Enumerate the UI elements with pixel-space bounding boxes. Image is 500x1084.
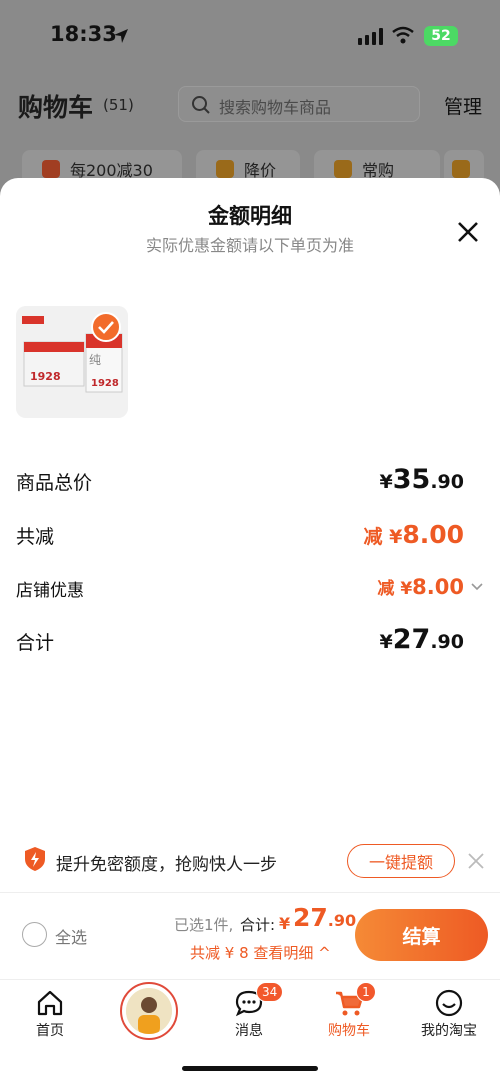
tab-cart[interactable]: 1 购物车 <box>299 980 399 1050</box>
avatar[interactable] <box>120 982 178 1040</box>
folder-icon <box>452 160 470 178</box>
goods-total-value: ¥35.90 <box>379 464 464 495</box>
shop-discount-value: 减 ¥8.00 <box>377 575 464 599</box>
svg-text:1928: 1928 <box>30 370 61 383</box>
tab-mine[interactable]: 我的淘宝 <box>399 980 499 1050</box>
shop-discount-row[interactable]: 店铺优惠 减 ¥8.00 <box>16 574 484 608</box>
goods-total-label: 商品总价 <box>16 472 93 494</box>
shop-icon <box>42 160 60 178</box>
shop-discount-label: 店铺优惠 <box>16 581 84 601</box>
total-label: 合计 <box>16 632 55 654</box>
reduction-value: 减 ¥8.00 <box>363 520 464 549</box>
shield-lightning-icon <box>25 847 45 871</box>
status-bar: 18:33 52 <box>0 0 500 70</box>
checkout-bar: 全选 已选1件, 合计: ¥ 27.90 共减 ¥ 8 查看明细 ^ 结算 <box>0 893 500 979</box>
svg-text:纯: 纯 <box>89 353 101 367</box>
search-input[interactable]: 搜索购物车商品 <box>178 86 420 122</box>
view-detail-link[interactable]: 共减 ¥ 8 查看明细 ^ <box>190 942 331 963</box>
close-icon[interactable] <box>454 218 482 246</box>
raise-limit-button[interactable]: 一键提额 <box>347 844 455 878</box>
location-arrow-icon <box>114 29 128 43</box>
select-all-checkbox[interactable] <box>22 922 47 947</box>
tab-messages[interactable]: 34 消息 <box>199 980 299 1050</box>
cart-mini-icon <box>334 160 352 178</box>
messages-badge: 34 <box>256 982 284 1002</box>
search-icon <box>192 96 210 114</box>
sheet-subtitle: 实际优惠金额请以下单页为准 <box>145 236 354 255</box>
price-drop-icon <box>216 160 234 178</box>
selected-count: 已选1件, <box>174 916 234 934</box>
checkout-total-label: 合计: <box>240 916 276 934</box>
cart-count: (51) <box>103 96 134 114</box>
total-reduction-row: 共减 减 ¥8.00 <box>16 518 484 558</box>
checkout-currency: ¥ <box>279 914 291 933</box>
sheet-title: 金额明细 <box>208 204 292 228</box>
smiley-icon <box>435 989 463 1017</box>
checkout-total-value: 27.90 <box>293 903 357 932</box>
bottom-tab-bar: 首页 34 消息 1 购物车 我的淘宝 <box>0 979 500 1084</box>
svg-text:1928: 1928 <box>91 378 119 389</box>
battery-indicator: 52 <box>424 26 458 46</box>
promo-text: 提升免密额度，抢购快人一步 <box>56 855 277 875</box>
checked-icon <box>91 312 121 342</box>
goods-total-row: 商品总价 ¥35.90 <box>16 464 484 504</box>
amount-detail-sheet: 金额明细 实际优惠金额请以下单页为准 1928 纯 1928 商品总价 ¥35.… <box>0 178 500 1084</box>
page-title: 购物车 <box>18 93 94 122</box>
total-row: 合计 ¥27.90 <box>16 624 484 664</box>
checkout-button[interactable]: 结算 <box>355 909 488 961</box>
manage-button[interactable]: 管理 <box>444 92 482 119</box>
avatar-image <box>126 988 172 1034</box>
signal-icon <box>358 28 383 45</box>
reduction-label: 共减 <box>16 526 55 548</box>
home-indicator <box>182 1066 318 1071</box>
cart-badge: 1 <box>356 982 376 1002</box>
tab-home[interactable]: 首页 <box>0 980 100 1050</box>
chevron-down-icon <box>471 583 483 591</box>
promo-bar: 提升免密额度，抢购快人一步 一键提额 <box>0 834 500 892</box>
home-icon <box>37 990 63 1016</box>
total-value: ¥27.90 <box>379 624 464 655</box>
select-all-label: 全选 <box>55 928 88 947</box>
status-time: 18:33 <box>50 22 117 46</box>
search-placeholder: 搜索购物车商品 <box>219 98 332 117</box>
wifi-icon <box>392 26 414 44</box>
close-icon[interactable] <box>466 851 486 871</box>
